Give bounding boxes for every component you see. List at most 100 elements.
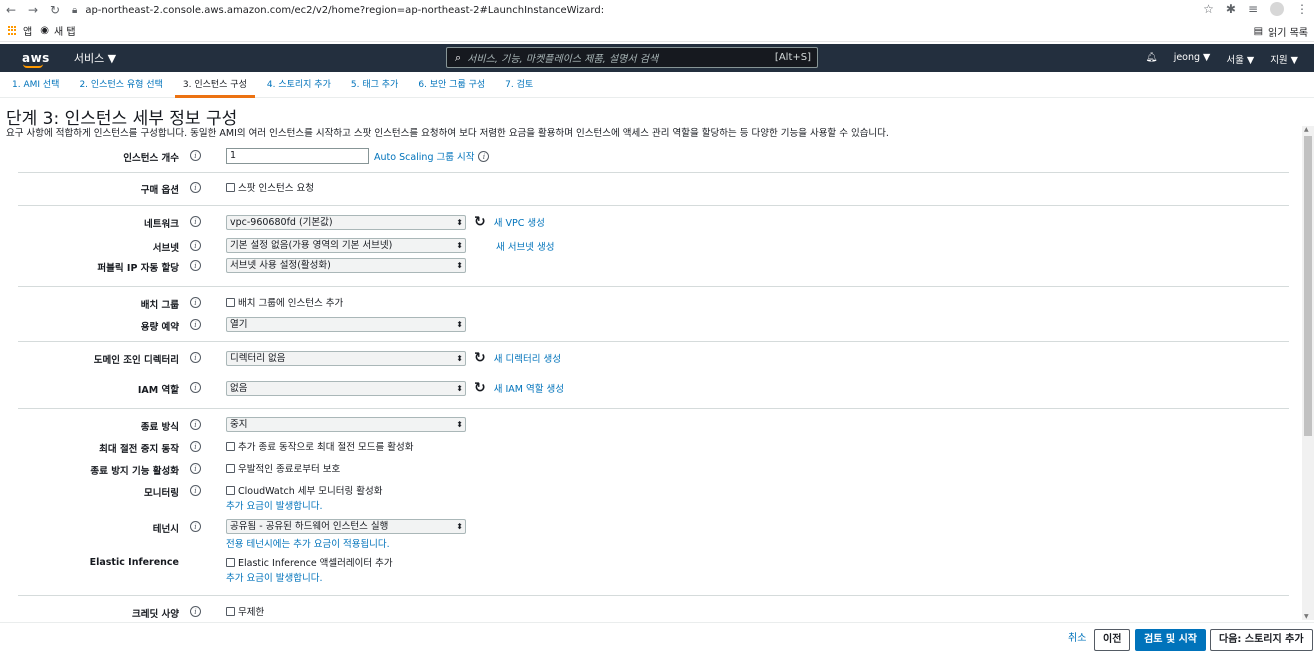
credit-spec-label: 크레딧 사양: [131, 609, 179, 620]
reload-icon[interactable]: ↻: [44, 3, 66, 17]
aws-top-nav: aws 서비스 ▼ ⌕ 서비스, 기능, 마켓플레이스 제품, 설명서 검색 […: [0, 44, 1314, 72]
extensions-icon[interactable]: ✱: [1226, 2, 1236, 16]
section-purchase: 구매 옵션 i 스팟 인스턴스 요청: [18, 173, 1289, 206]
shutdown-value: 중지: [230, 419, 248, 430]
profile-avatar[interactable]: [1270, 2, 1284, 16]
instance-count-input[interactable]: 1: [226, 148, 369, 164]
wizard-steps: 1. AMI 선택 2. 인스턴스 유형 선택 3. 인스턴스 구성 4. 스토…: [0, 72, 1314, 98]
info-icon[interactable]: i: [190, 352, 201, 363]
bookmark-apps[interactable]: 앱: [8, 23, 32, 38]
info-icon[interactable]: i: [190, 485, 201, 496]
select-arrow-icon: ⬍: [456, 420, 463, 429]
info-icon[interactable]: i: [190, 182, 201, 193]
tab-review[interactable]: 7. 검토: [497, 72, 541, 98]
tab-configure-instance[interactable]: 3. 인스턴스 구성: [174, 72, 255, 98]
capacity-reservation-select[interactable]: 열기 ⬍: [226, 317, 466, 332]
region-menu[interactable]: 서울 ▼: [1226, 52, 1254, 66]
scroll-up-icon[interactable]: ▲: [1304, 126, 1309, 133]
create-directory-link[interactable]: 새 디렉터리 생성: [494, 351, 561, 365]
tab-ami[interactable]: 1. AMI 선택: [4, 72, 67, 98]
termination-protection-checkbox[interactable]: [226, 463, 235, 473]
bookmarks-bar: 앱 ◉ 새 탭 ▤ 읽기 목록: [0, 20, 1314, 42]
info-icon[interactable]: i: [190, 216, 201, 227]
termination-protection-text: 우발적인 종료로부터 보호: [238, 464, 341, 475]
previous-button[interactable]: 이전: [1094, 629, 1131, 651]
create-vpc-link[interactable]: 새 VPC 생성: [494, 215, 545, 229]
refresh-icon[interactable]: ↻: [474, 350, 486, 366]
spot-request-checkbox[interactable]: [226, 182, 235, 192]
section-advanced: 종료 방식 i 중지 ⬍ 최대 절전 중지 동작 i 추가 종료 동작으로 최대 …: [18, 409, 1289, 596]
shutdown-behavior-select[interactable]: 중지 ⬍: [226, 417, 466, 432]
services-menu[interactable]: 서비스 ▼: [74, 50, 116, 66]
info-icon[interactable]: i: [190, 319, 201, 330]
info-icon[interactable]: i: [190, 521, 201, 532]
lock-icon: 🔒︎: [72, 4, 78, 16]
scroll-thumb[interactable]: [1304, 136, 1312, 436]
aws-smile-icon: [23, 64, 43, 68]
tenancy-label: 테넌시: [152, 524, 179, 535]
info-icon[interactable]: i: [478, 150, 490, 162]
monitoring-text: CloudWatch 세부 모니터링 활성화: [238, 486, 383, 497]
star-icon[interactable]: ☆: [1203, 2, 1214, 16]
scroll-down-icon[interactable]: ▼: [1304, 613, 1309, 620]
info-icon[interactable]: i: [190, 382, 201, 393]
hibernate-checkbox[interactable]: [226, 441, 235, 451]
network-select[interactable]: vpc-960680fd (기본값) ⬍: [226, 214, 466, 230]
reading-list-label: 읽기 목록: [1268, 28, 1308, 39]
refresh-icon[interactable]: ↻: [474, 380, 486, 396]
address-bar[interactable]: 🔒︎ ap-northeast-2.console.aws.amazon.com…: [72, 5, 604, 16]
create-subnet-link[interactable]: 새 서브넷 생성: [496, 239, 554, 253]
iam-role-select[interactable]: 없음 ⬍: [226, 380, 466, 396]
back-icon[interactable]: ←: [0, 3, 22, 17]
domain-join-select[interactable]: 디렉터리 없음 ⬍: [226, 350, 466, 366]
create-iam-role-link[interactable]: 새 IAM 역할 생성: [494, 381, 564, 395]
monitoring-charge-note: 추가 요금이 발생합니다.: [226, 501, 323, 512]
elastic-inference-checkbox[interactable]: [226, 557, 235, 567]
media-icon[interactable]: ≡: [1248, 2, 1258, 16]
tab-tags[interactable]: 5. 태그 추가: [343, 72, 406, 98]
info-icon[interactable]: i: [190, 606, 201, 617]
search-input[interactable]: ⌕ 서비스, 기능, 마켓플레이스 제품, 설명서 검색 [Alt+S]: [446, 47, 818, 68]
bell-icon[interactable]: 🔔︎: [1146, 52, 1158, 66]
reading-list[interactable]: ▤ 읽기 목록: [1254, 24, 1308, 39]
network-value: vpc-960680fd (기본값): [230, 216, 333, 228]
info-icon[interactable]: i: [190, 441, 201, 452]
placement-group-text: 배치 그룹에 인스턴스 추가: [238, 298, 344, 309]
support-menu[interactable]: 지원 ▼: [1270, 52, 1298, 66]
tab-security-group[interactable]: 6. 보안 그룹 구성: [410, 72, 493, 98]
forward-icon[interactable]: →: [22, 3, 44, 17]
tab-instance-type[interactable]: 2. 인스턴스 유형 선택: [71, 72, 170, 98]
info-icon[interactable]: i: [190, 240, 201, 251]
review-launch-button[interactable]: 검토 및 시작: [1135, 629, 1206, 651]
placement-group-checkbox[interactable]: [226, 297, 235, 307]
search-shortcut: [Alt+S]: [774, 52, 811, 63]
wizard-footer: 취소 이전 검토 및 시작 다음: 스토리지 추가: [0, 622, 1314, 662]
subnet-value: 기본 설정 없음(가용 영역의 기본 서브넷): [230, 240, 393, 251]
next-storage-button[interactable]: 다음: 스토리지 추가: [1210, 629, 1313, 651]
monitoring-checkbox[interactable]: [226, 485, 235, 495]
aws-logo-text: aws: [22, 51, 50, 65]
tenancy-select[interactable]: 공유됨 - 공유된 하드웨어 인스턴스 실행 ⬍: [226, 519, 466, 534]
aws-logo[interactable]: aws: [22, 51, 50, 68]
bookmark-new-tab[interactable]: ◉ 새 탭: [40, 23, 75, 38]
subnet-select[interactable]: 기본 설정 없음(가용 영역의 기본 서브넷) ⬍: [226, 238, 466, 253]
info-icon[interactable]: i: [190, 297, 201, 308]
info-icon[interactable]: i: [190, 260, 201, 271]
menu-icon[interactable]: ⋮: [1296, 2, 1308, 16]
section-count: 인스턴스 개수 i 1 Auto Scaling 그룹 시작 i: [18, 142, 1289, 173]
unlimited-checkbox[interactable]: [226, 606, 235, 616]
info-icon[interactable]: i: [190, 150, 201, 161]
shutdown-behavior-label: 종료 방식: [140, 422, 179, 433]
cancel-button[interactable]: 취소: [1060, 629, 1094, 651]
refresh-icon[interactable]: ↻: [474, 214, 486, 230]
auto-scaling-link[interactable]: Auto Scaling 그룹 시작: [374, 149, 474, 163]
user-menu[interactable]: jeong ▼: [1174, 52, 1211, 66]
info-icon[interactable]: i: [190, 463, 201, 474]
instance-count-label: 인스턴스 개수: [123, 153, 179, 164]
info-icon[interactable]: i: [190, 419, 201, 430]
tab-storage[interactable]: 4. 스토리지 추가: [259, 72, 339, 98]
public-ip-label: 퍼블릭 IP 자동 할당: [97, 263, 179, 274]
page-scrollbar[interactable]: ▲ ▼: [1302, 126, 1314, 620]
elastic-inference-label: Elastic Inference: [89, 557, 179, 568]
public-ip-select[interactable]: 서브넷 사용 설정(활성화) ⬍: [226, 258, 466, 273]
